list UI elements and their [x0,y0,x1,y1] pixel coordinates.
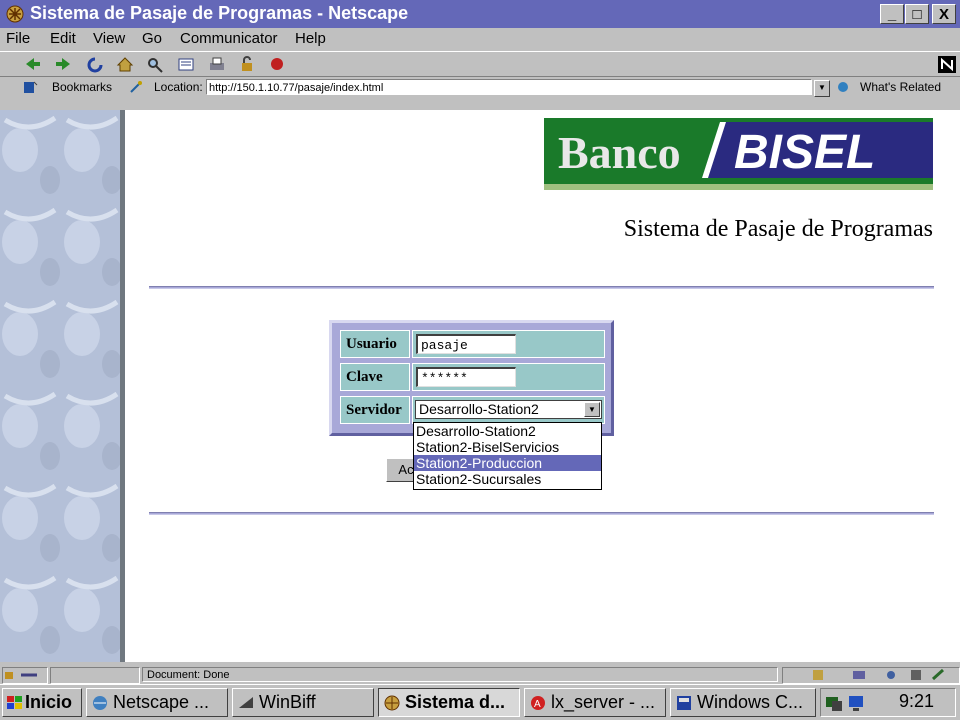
menu-go[interactable]: Go [142,30,162,47]
menu-view[interactable]: View [93,30,125,47]
home-icon[interactable] [116,56,134,73]
task-netscape[interactable]: Netscape ... [86,688,228,717]
location-label: Location: [154,80,203,94]
task-sistema-active[interactable]: Sistema d... [378,688,520,717]
window-title: Sistema de Pasaje de Programas - Netscap… [30,3,409,23]
stop-icon[interactable] [268,56,286,73]
reload-icon[interactable] [86,56,104,73]
servidor-dropdown-list: Desarrollo-Station2 Station2-BiselServic… [413,422,602,490]
chevron-down-icon[interactable]: ▼ [584,402,600,417]
windows-commander-icon [677,696,691,710]
address-book-icon [911,670,921,680]
clave-cell: ****** [412,363,605,391]
location-toolbar: Bookmarks Location: http://150.1.10.77/p… [0,77,960,99]
menu-communicator[interactable]: Communicator [180,30,278,47]
netscape-app-icon [6,5,24,23]
newsgroups-icon [887,671,895,679]
servidor-select[interactable]: Desarrollo-Station2 ▼ [415,400,602,419]
netscape-app-icon [384,695,400,711]
system-tray: 9:21 [820,688,956,717]
task-label: WinBiff [259,692,316,712]
back-icon[interactable] [24,56,42,73]
windows-logo-icon [7,696,22,709]
security-status-icon[interactable] [2,667,48,684]
winbiff-icon [239,697,253,708]
url-dropdown-button[interactable]: ▼ [814,80,830,97]
servidor-option[interactable]: Station2-Sucursales [414,471,601,487]
maximize-button[interactable]: □ [905,4,929,24]
top-divider [149,286,934,289]
component-bar [782,667,960,684]
menu-bar: File Edit View Go Communicator Help [0,28,960,50]
usuario-cell: pasaje [412,330,605,358]
minimize-button[interactable]: _ [880,4,904,24]
navigator-icon [813,670,823,680]
start-label: Inicio [25,692,73,712]
network-tray-icon[interactable] [825,694,843,712]
progress-bar [50,667,140,684]
status-text: Document: Done [142,667,778,682]
search-icon[interactable] [146,56,164,73]
servidor-selected-value: Desarrollo-Station2 [419,401,539,417]
usuario-input[interactable]: pasaje [416,334,516,354]
servidor-cell: Desarrollo-Station2 ▼ [412,396,605,424]
netscape-icon [93,696,107,710]
server-icon: A [531,696,545,710]
print-icon[interactable] [208,56,226,73]
my-netscape-icon[interactable] [177,56,195,73]
url-input[interactable]: http://150.1.10.77/pasaje/index.html [206,79,812,95]
netscape-throbber-icon [938,56,956,73]
servidor-option[interactable]: Station2-BiselServicios [414,439,601,455]
task-label: Windows C... [697,692,804,712]
clave-label: Clave [340,363,410,391]
task-label: Netscape ... [113,692,210,712]
whats-related-button[interactable]: What's Related [860,80,941,94]
whats-related-icon[interactable] [836,79,852,95]
login-form: Usuario pasaje Clave ****** Servidor Des… [329,320,614,436]
task-winbiff[interactable]: WinBiff [232,688,374,717]
navigation-toolbar [0,51,960,77]
page-heading: Sistema de Pasaje de Programas [623,216,933,242]
logo-banco-text: Banco [558,127,681,178]
window-title-bar[interactable]: Sistema de Pasaje de Programas - Netscap… [0,0,960,28]
status-bar: Document: Done [0,666,960,684]
windows-taskbar: Inicio Netscape ... WinBiff Sistema d...… [0,684,960,720]
composer-icon [931,668,945,681]
location-icon [130,81,142,93]
decorative-sidebar-background [0,110,125,662]
mail-icon [853,671,865,679]
banco-bisel-logo: Banco BISEL [544,118,933,190]
forward-icon[interactable] [54,56,72,73]
menu-help[interactable]: Help [295,30,326,47]
menu-file[interactable]: File [6,30,30,47]
bookmarks-icon[interactable] [22,79,38,95]
monitor-tray-icon[interactable] [847,694,865,712]
servidor-option-highlighted[interactable]: Station2-Produccion [414,455,601,471]
menu-edit[interactable]: Edit [50,30,76,47]
bottom-divider [149,512,934,515]
task-lx-server[interactable]: A lx_server - ... [524,688,666,717]
clock: 9:21 [899,691,935,711]
clave-password-input[interactable]: ****** [416,367,516,387]
svg-text:A: A [534,699,541,710]
usuario-label: Usuario [340,330,410,358]
page-content[interactable]: Banco BISEL Sistema de Pasaje de Program… [0,110,960,662]
logo-bisel-text: BISEL [734,126,875,179]
close-button[interactable]: X [932,4,956,24]
servidor-label: Servidor [340,396,410,424]
task-label: Sistema d... [405,692,506,712]
servidor-option[interactable]: Desarrollo-Station2 [414,423,601,439]
start-button[interactable]: Inicio [2,688,82,717]
security-icon[interactable] [238,56,256,73]
bookmarks-button[interactable]: Bookmarks [52,80,112,94]
task-label: lx_server - ... [551,692,656,712]
task-windows-commander[interactable]: Windows C... [670,688,816,717]
